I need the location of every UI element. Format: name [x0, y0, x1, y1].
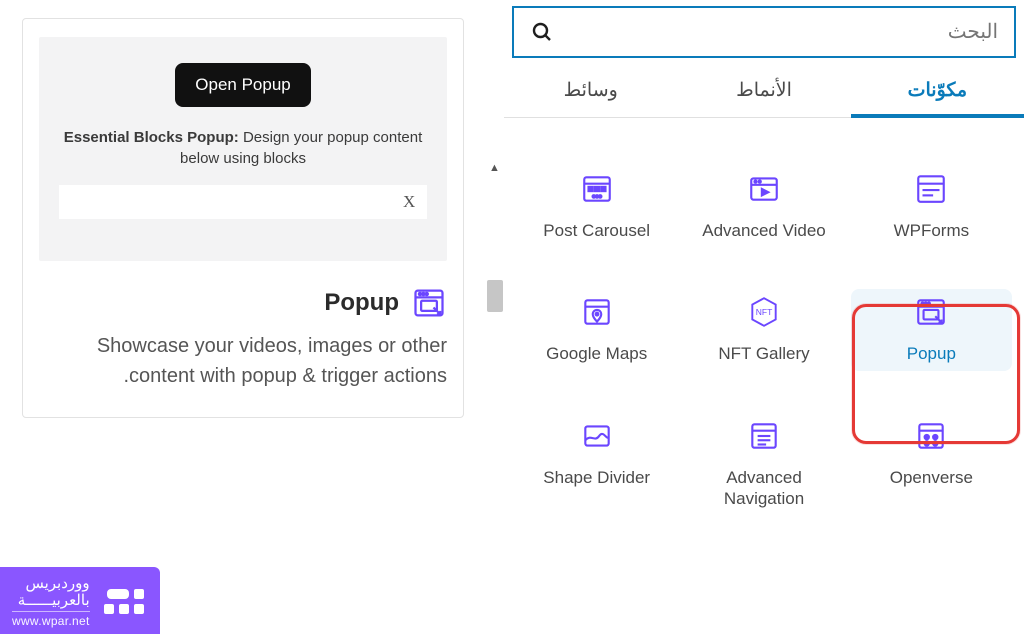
brand-url: www.wpar.net — [12, 611, 90, 628]
tab-media[interactable]: وسائط — [504, 64, 677, 117]
svg-text:NFT: NFT — [756, 307, 773, 317]
block-popup[interactable]: Popup — [851, 289, 1012, 370]
block-label: Advanced Video — [702, 220, 826, 241]
scroll-up-icon[interactable]: ▲ — [489, 162, 500, 174]
search-icon — [530, 20, 554, 44]
nft-icon: NFT — [747, 295, 781, 329]
block-advanced-video[interactable]: Advanced Video — [683, 166, 844, 247]
tab-blocks[interactable]: مكوّنات — [851, 64, 1024, 117]
block-info-title: Popup — [324, 289, 399, 317]
block-label: Popup — [907, 343, 956, 364]
block-wpforms[interactable]: WPForms — [851, 166, 1012, 247]
block-info-summary: Showcase your videos, images or other co… — [39, 331, 447, 391]
tab-patterns[interactable]: الأنماط — [677, 64, 850, 117]
brand-badge: ووردبريس بالعربيــــــة www.wpar.net — [0, 567, 160, 635]
brand-line2: بالعربيــــــة — [12, 592, 90, 609]
block-label: Shape Divider — [543, 467, 650, 488]
openverse-icon — [914, 419, 948, 453]
block-google-maps[interactable]: Google Maps — [516, 289, 677, 370]
preview-description: Essential Blocks Popup: Design your popu… — [51, 127, 435, 169]
panel-scrollbar[interactable]: ▲ — [486, 0, 504, 640]
close-icon[interactable]: X — [403, 192, 415, 212]
brand-logo-icon — [104, 589, 144, 614]
preview-card: Open Popup Essential Blocks Popup: Desig… — [22, 18, 464, 418]
scroll-thumb[interactable] — [487, 280, 503, 312]
blocks-grid: WPForms Advanced Video — [516, 166, 1012, 515]
popup-icon — [411, 285, 447, 321]
wpforms-icon — [914, 172, 948, 206]
block-label: Post Carousel — [543, 220, 650, 241]
block-post-carousel[interactable]: Post Carousel — [516, 166, 677, 247]
carousel-icon — [580, 172, 614, 206]
block-label: NFT Gallery — [718, 343, 809, 364]
block-nft-gallery[interactable]: NFT NFT Gallery — [683, 289, 844, 370]
block-label: Google Maps — [546, 343, 647, 364]
block-label: Advanced Navigation — [685, 467, 842, 510]
map-pin-icon — [580, 295, 614, 329]
block-label: WPForms — [894, 220, 970, 241]
inserter-tabs: مكوّنات الأنماط وسائط — [504, 64, 1024, 118]
block-shape-divider[interactable]: Shape Divider — [516, 413, 677, 516]
search-input[interactable] — [564, 21, 998, 44]
search-box[interactable] — [512, 6, 1016, 58]
popup-preview: Open Popup Essential Blocks Popup: Desig… — [39, 37, 447, 261]
shape-divider-icon — [580, 419, 614, 453]
navigation-icon — [747, 419, 781, 453]
brand-line1: ووردبريس — [12, 575, 90, 592]
block-advanced-navigation[interactable]: Advanced Navigation — [683, 413, 844, 516]
block-inserter-panel: مكوّنات الأنماط وسائط WPForms — [504, 0, 1024, 640]
block-label: Openverse — [890, 467, 973, 488]
video-icon — [747, 172, 781, 206]
block-openverse[interactable]: Openverse — [851, 413, 1012, 516]
open-popup-button[interactable]: Open Popup — [175, 63, 310, 107]
popup-icon — [914, 295, 948, 329]
block-preview-panel: Open Popup Essential Blocks Popup: Desig… — [0, 0, 486, 640]
popup-content-placeholder[interactable]: X — [59, 185, 428, 219]
